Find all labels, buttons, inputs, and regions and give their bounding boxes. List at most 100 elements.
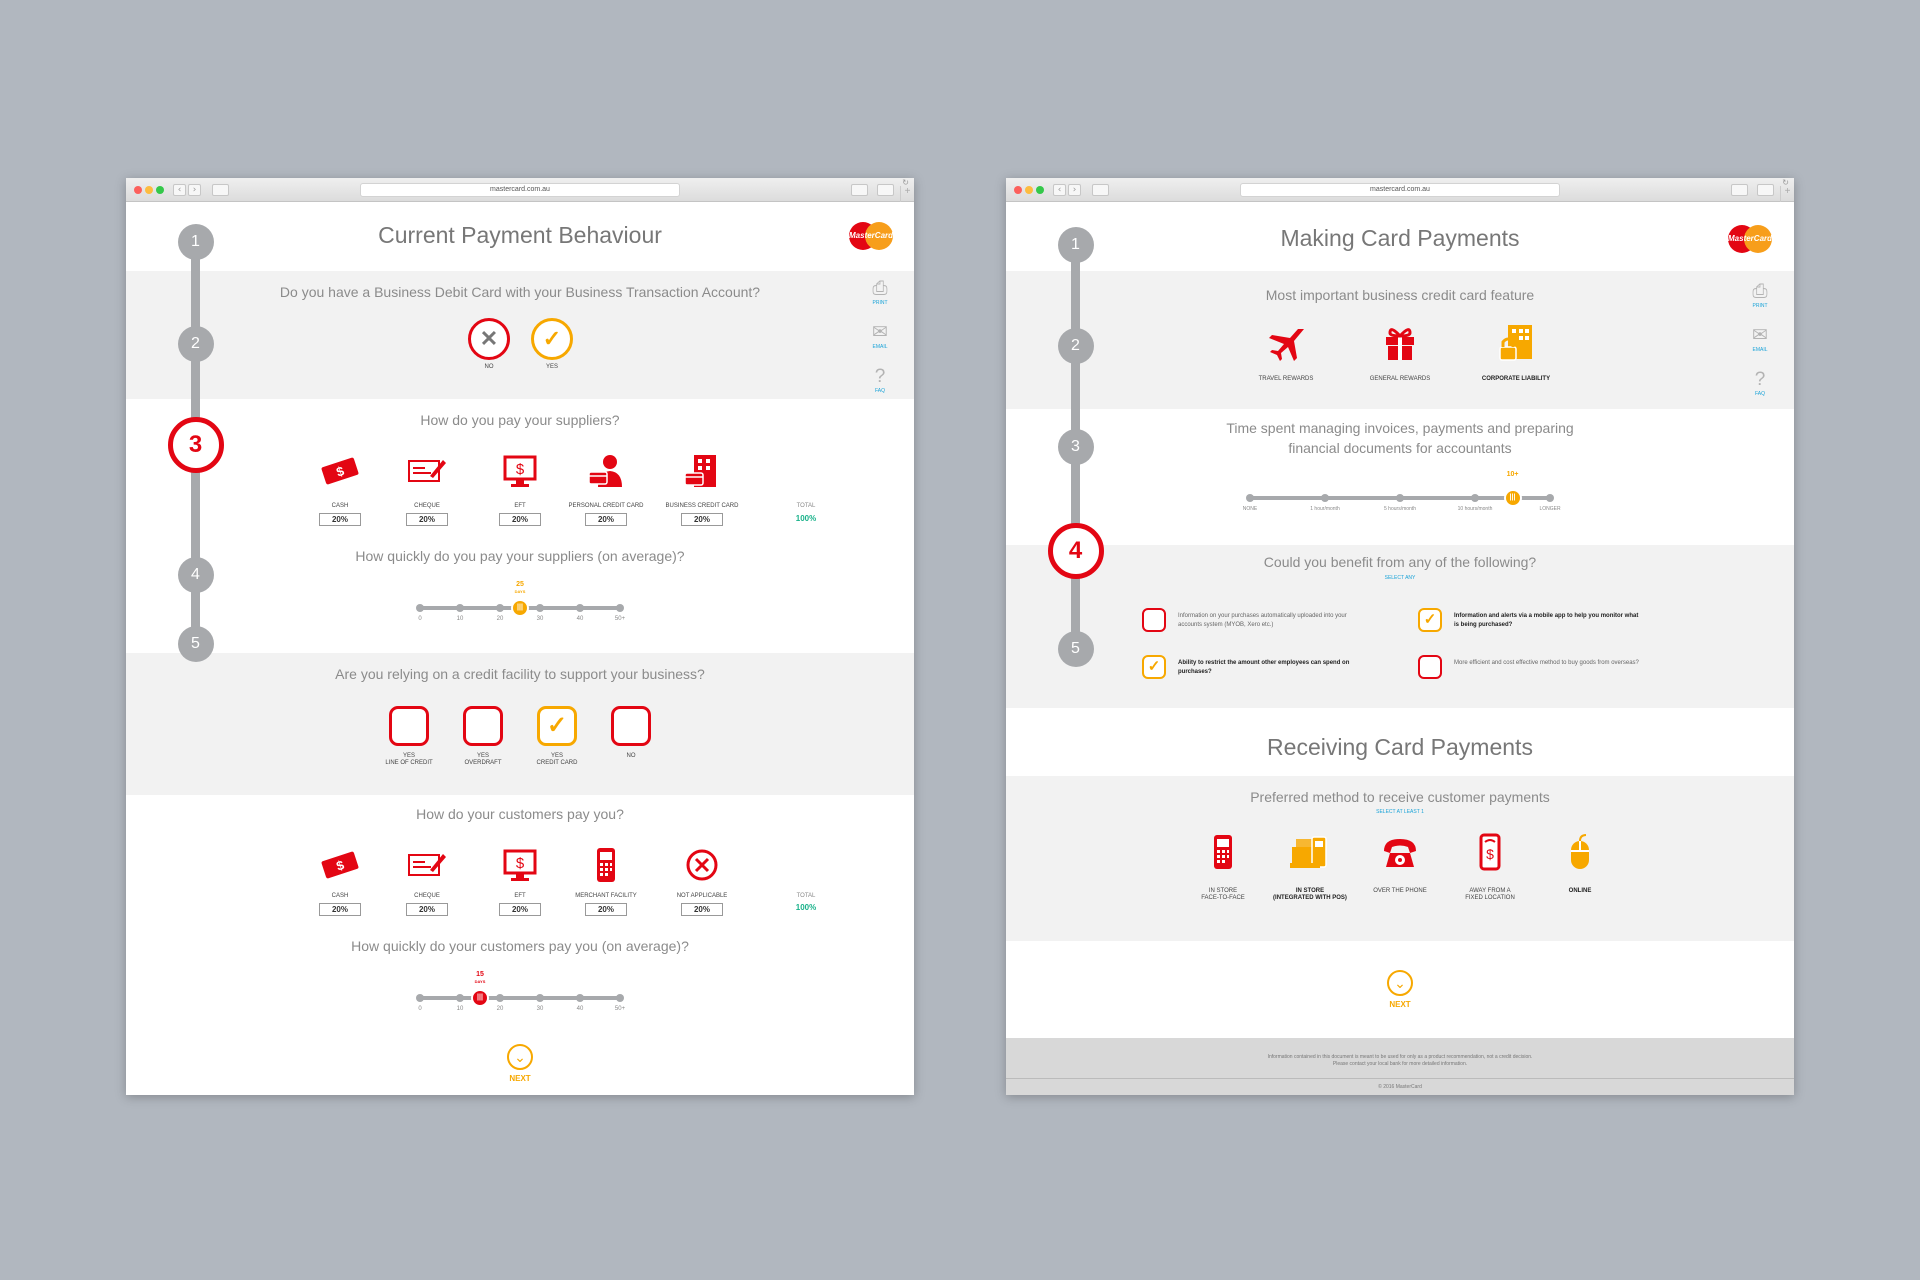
pos-icon[interactable] [1288, 833, 1332, 871]
q6-tick [576, 994, 584, 1002]
minimize-window-button[interactable] [1025, 186, 1033, 194]
credit-option-label-1: YES [550, 753, 563, 759]
option-label: YES [545, 364, 558, 370]
credit-option-label-1: NO [626, 753, 636, 759]
minimize-window-button[interactable] [145, 186, 153, 194]
tabs-button[interactable] [1757, 184, 1774, 196]
benefit-checkbox[interactable] [1142, 608, 1166, 632]
cash-icon[interactable]: $ [318, 452, 362, 490]
percentage-input[interactable]: 20% [406, 903, 448, 916]
benefit-checkbox[interactable]: ✓ [1142, 655, 1166, 679]
close-window-button[interactable] [1014, 186, 1022, 194]
credit-option[interactable]: ✓ [537, 706, 577, 746]
feature-label: CORPORATE LIABILITY [1481, 376, 1551, 382]
side-tool-faq[interactable]: ? FAQ [1747, 369, 1773, 411]
side-tool-email[interactable]: ✉ EMAIL [1747, 325, 1773, 367]
receive-method-label: ONLINE [1530, 888, 1630, 895]
business-card-icon[interactable] [680, 452, 724, 490]
credit-option-label: NO [581, 753, 681, 760]
step-2[interactable]: 2 [177, 326, 214, 362]
benefit-text: More efficient and cost effective method… [1454, 660, 1639, 666]
zoom-window-button[interactable] [156, 186, 164, 194]
receive-method-label: IN STORE FACE-TO-FACE [1173, 888, 1273, 902]
question-credit-facility: Are you relying on a credit facility to … [335, 666, 705, 682]
q2-value-number: 10+ [1506, 471, 1519, 478]
plane-icon[interactable] [1264, 323, 1308, 361]
sidebar-toggle-button[interactable] [1092, 184, 1109, 196]
new-tab-button[interactable]: + [900, 186, 914, 202]
step-5[interactable]: 5 [177, 626, 214, 662]
receive-label-1: ONLINE [1568, 888, 1592, 894]
sidebar-toggle-button[interactable] [212, 184, 229, 196]
credit-option[interactable] [389, 706, 429, 746]
mobile-pay-icon[interactable]: $ [1468, 833, 1512, 871]
percentage-input[interactable]: 20% [681, 513, 723, 526]
q2-slider-knob[interactable]: ||| [1503, 489, 1522, 507]
forward-button[interactable]: › [188, 184, 201, 196]
copyright: © 2016 MasterCard [1378, 1084, 1422, 1090]
mastercard-logo: MasterCard [1728, 225, 1772, 253]
gift-icon[interactable] [1378, 323, 1422, 361]
q6-tick [616, 994, 624, 1002]
percentage-input[interactable]: 20% [319, 903, 361, 916]
credit-option-label-2: CREDIT CARD [536, 760, 578, 766]
percentage-input[interactable]: 20% [681, 903, 723, 916]
benefit-checkbox[interactable]: ✓ [1418, 608, 1442, 632]
q3-tick [576, 604, 584, 612]
address-bar[interactable]: mastercard.com.au [360, 183, 680, 197]
option-yes[interactable]: ✓ [531, 318, 573, 360]
address-bar[interactable]: mastercard.com.au [1240, 183, 1560, 197]
percentage-input[interactable]: 20% [499, 513, 541, 526]
percentage-input[interactable]: 20% [406, 513, 448, 526]
percentage-input[interactable]: 20% [319, 513, 361, 526]
next-button[interactable]: ⌄ NEXT [1375, 970, 1425, 1009]
footer-divider [1006, 1078, 1794, 1079]
side-tool-email[interactable]: ✉ EMAIL [867, 322, 893, 364]
zoom-window-button[interactable] [1036, 186, 1044, 194]
total-value: 100% [795, 514, 817, 523]
q3-slider-knob[interactable]: ||| [511, 599, 529, 617]
share-button[interactable] [851, 184, 868, 196]
eft-icon[interactable]: $ [498, 846, 542, 884]
next-button[interactable]: ⌄ NEXT [495, 1044, 545, 1083]
close-window-button[interactable] [134, 186, 142, 194]
step-5[interactable]: 5 [1057, 631, 1094, 667]
q2-tick-label: 1 hour/month [1310, 506, 1340, 512]
step-2[interactable]: 2 [1057, 328, 1094, 364]
q6-slider-knob[interactable]: ||| [471, 989, 489, 1007]
cross-icon[interactable] [680, 846, 724, 884]
back-button[interactable]: ‹ [173, 184, 186, 196]
q2-tick-label: 5 hours/month [1384, 506, 1416, 512]
payment-label: NOT APPLICABLE [676, 893, 728, 899]
percentage-input[interactable]: 20% [585, 903, 627, 916]
percentage-input[interactable]: 20% [585, 513, 627, 526]
q6-track[interactable] [420, 996, 620, 1000]
building-lock-icon[interactable] [1494, 323, 1538, 361]
credit-option[interactable] [611, 706, 651, 746]
new-tab-button[interactable]: + [1780, 186, 1794, 202]
mouse-icon[interactable] [1558, 833, 1602, 871]
q2-tick [1546, 494, 1554, 502]
eft-icon[interactable]: $ [498, 452, 542, 490]
cheque-icon[interactable] [405, 846, 449, 884]
option-no[interactable]: ✕ [468, 318, 510, 360]
benefit-checkbox[interactable] [1418, 655, 1442, 679]
terminal-icon[interactable] [1201, 833, 1245, 871]
side-tool-faq[interactable]: ? FAQ [867, 366, 893, 408]
payment-label: CHEQUE [414, 503, 440, 509]
svg-text:$: $ [516, 855, 525, 872]
terminal-icon[interactable] [584, 846, 628, 884]
q2-slider-value: 10+ [1493, 471, 1533, 478]
phone-icon[interactable] [1378, 833, 1422, 871]
percentage-input[interactable]: 20% [499, 903, 541, 916]
cash-icon[interactable]: $ [318, 846, 362, 884]
tabs-button[interactable] [877, 184, 894, 196]
share-button[interactable] [1731, 184, 1748, 196]
credit-option[interactable] [463, 706, 503, 746]
section-title: Receiving Card Payments [1267, 734, 1533, 760]
next-label: NEXT [509, 1074, 531, 1083]
forward-button[interactable]: › [1068, 184, 1081, 196]
back-button[interactable]: ‹ [1053, 184, 1066, 196]
personal-card-icon[interactable] [584, 452, 628, 490]
cheque-icon[interactable] [405, 452, 449, 490]
